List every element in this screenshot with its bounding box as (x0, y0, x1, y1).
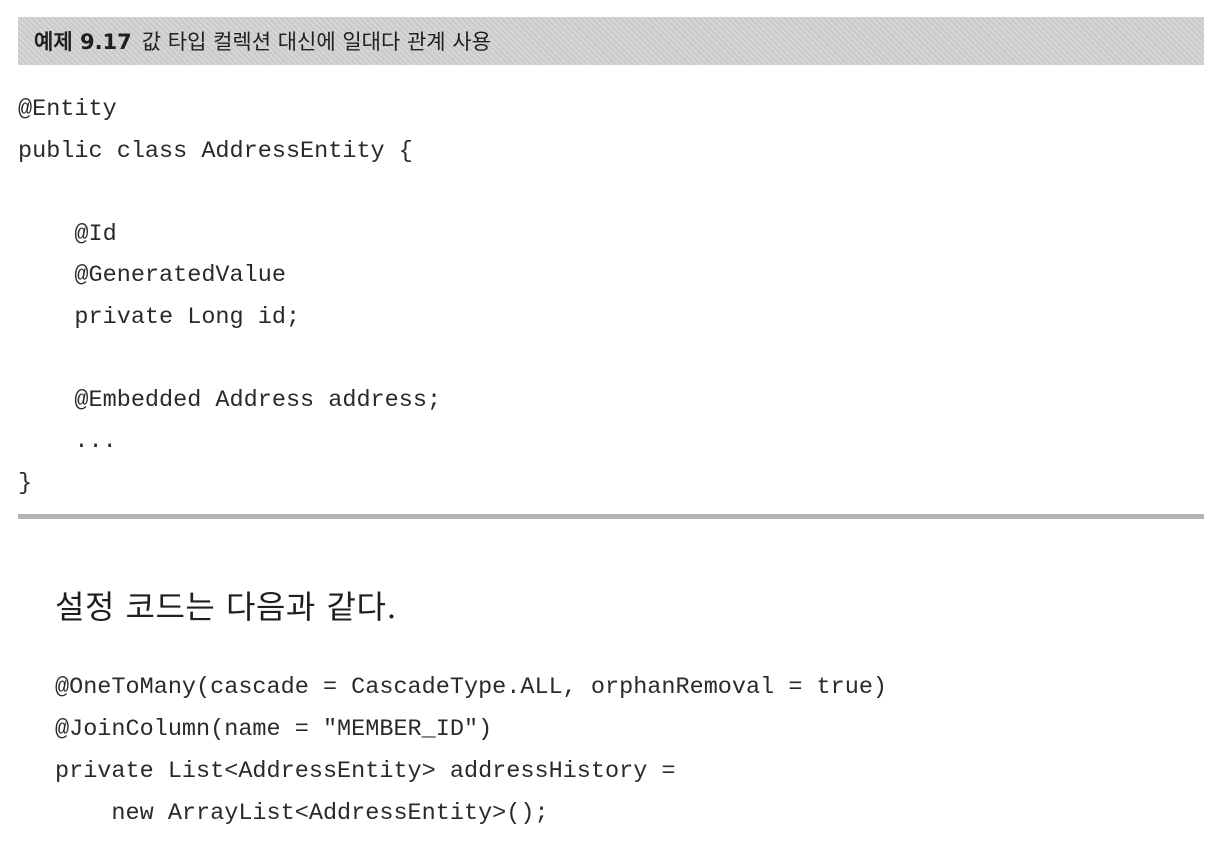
code-line: } (18, 469, 33, 497)
code-line: @JoinColumn(name = "MEMBER_ID") (55, 716, 493, 743)
code-line: @Id (18, 220, 117, 248)
code-line: @Entity (18, 96, 117, 123)
example-number: 예제 9.17 (34, 30, 132, 54)
code-line: private Long id; (18, 303, 301, 331)
code-line: public class AddressEntity { (18, 137, 413, 165)
code-block-mapping: @OneToMany(cascade = CascadeType.ALL, or… (55, 667, 887, 835)
code-line: @GeneratedValue (18, 262, 286, 289)
example-header: 예제 9.17 값 타입 컬렉션 대신에 일대다 관계 사용 (18, 17, 1204, 65)
body-paragraph: 설정 코드는 다음과 같다. (55, 588, 398, 626)
code-line: @Embedded Address address; (18, 386, 442, 414)
code-line: private List<AddressEntity> addressHisto… (55, 758, 676, 785)
code-line: ... (18, 428, 117, 455)
example-title: 값 타입 컬렉션 대신에 일대다 관계 사용 (141, 30, 491, 54)
code-block-entity: @Entity public class AddressEntity { @Id … (18, 89, 441, 504)
code-line: new ArrayList<AddressEntity>(); (55, 800, 549, 827)
code-block-bottom-rule (18, 514, 1204, 519)
code-line: @OneToMany(cascade = CascadeType.ALL, or… (55, 674, 888, 701)
